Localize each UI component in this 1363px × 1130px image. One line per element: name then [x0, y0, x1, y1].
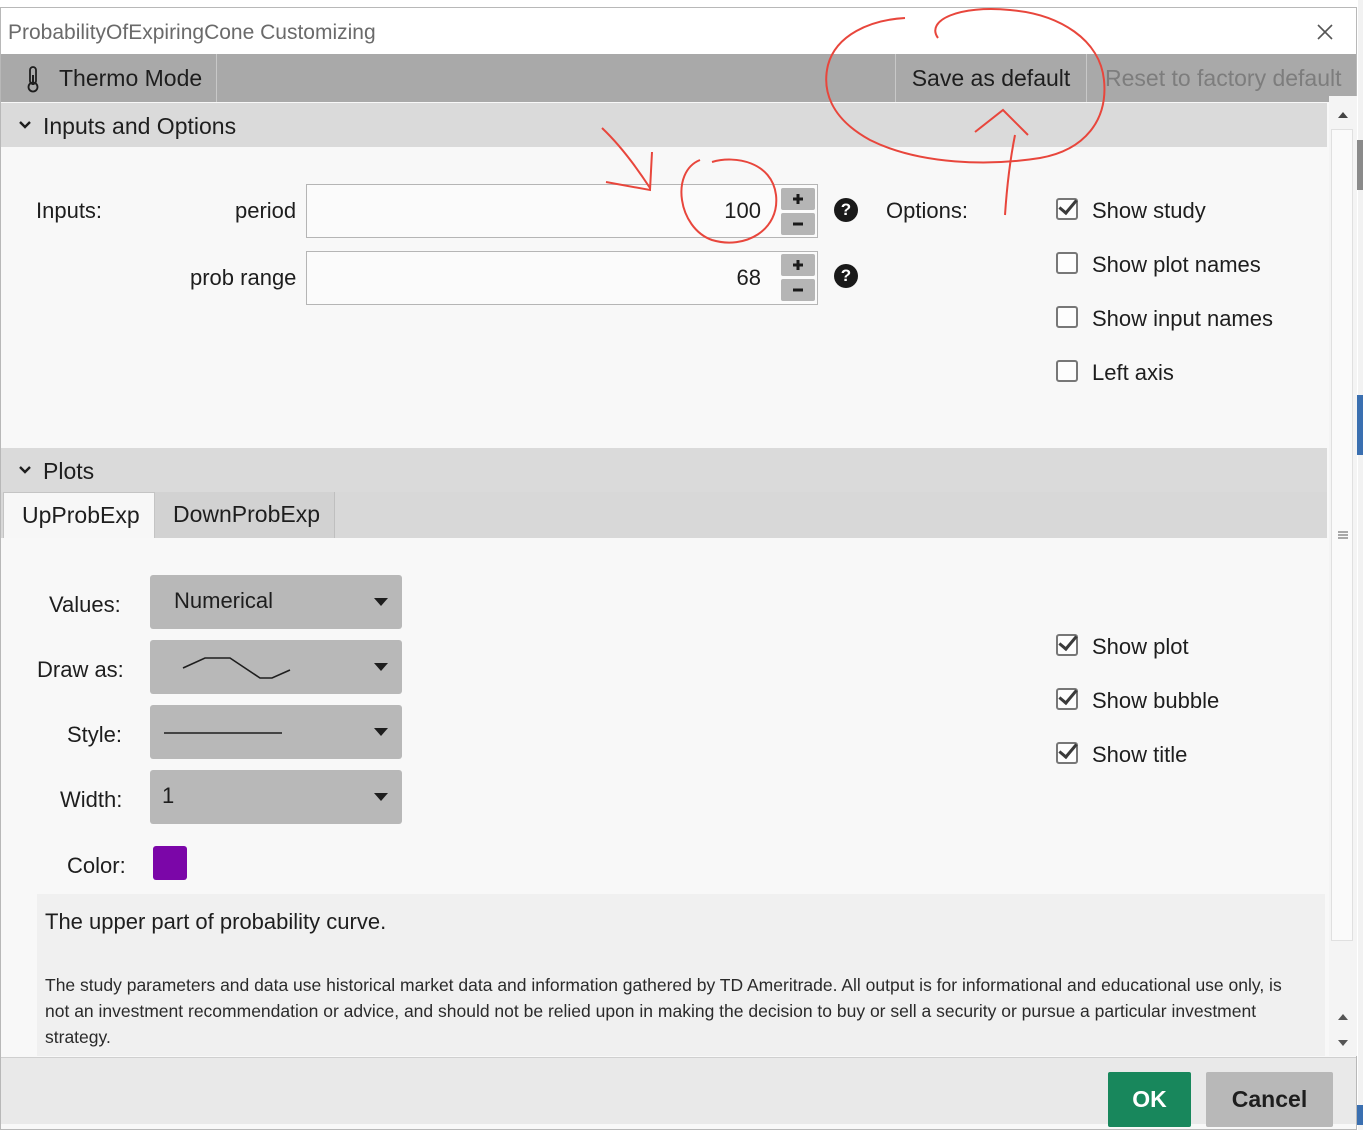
prob-range-label: prob range — [190, 265, 297, 290]
scroll-up-arrow-icon[interactable] — [1335, 1009, 1351, 1025]
toolbar-separator — [216, 54, 217, 102]
dropdown-arrow-icon — [374, 793, 388, 801]
values-selected: Numerical — [174, 588, 274, 613]
style-dropdown[interactable] — [150, 705, 402, 759]
show-input-names-checkbox[interactable] — [1056, 306, 1078, 328]
close-icon[interactable] — [1311, 18, 1339, 46]
inputs-options-section-header[interactable]: Inputs and Options — [1, 103, 1327, 147]
show-title-label[interactable]: Show title — [1092, 742, 1187, 768]
width-selected: 1 — [162, 783, 175, 808]
prob-range-input[interactable]: 68 — [306, 251, 818, 305]
save-as-default-button[interactable]: Save as default — [896, 54, 1086, 102]
thermometer-icon — [27, 66, 39, 93]
values-label: Values: — [49, 592, 121, 617]
plot-tabs: UpProbExp DownProbExp — [1, 492, 1327, 538]
values-dropdown[interactable]: Numerical — [150, 575, 402, 629]
show-plot-checkbox[interactable] — [1056, 634, 1078, 656]
plus-icon — [793, 194, 803, 204]
title-bar: ProbabilityOfExpiringCone Customizing — [1, 8, 1356, 54]
chevron-down-icon — [19, 466, 31, 474]
scroll-up-arrow-icon[interactable] — [1335, 107, 1351, 123]
reset-factory-default-button[interactable]: Reset to factory default — [1105, 54, 1355, 102]
dialog-footer: OK Cancel — [1, 1057, 1356, 1127]
line-chart-icon — [182, 657, 291, 679]
plots-section-header[interactable]: Plots — [1, 448, 1327, 492]
show-plot-names-checkbox[interactable] — [1056, 252, 1078, 274]
chevron-down-icon — [19, 121, 31, 129]
prob-range-increment-button[interactable] — [781, 254, 815, 276]
toolbar: Thermo Mode Save as default Reset to fac… — [1, 54, 1356, 102]
scroll-down-arrow-icon[interactable] — [1335, 1035, 1351, 1051]
thermo-mode-button[interactable]: Thermo Mode — [1, 54, 216, 102]
section-title: Inputs and Options — [43, 113, 237, 139]
options-label: Options: — [886, 198, 968, 223]
inputs-label: Inputs: — [36, 198, 103, 223]
section-title: Plots — [43, 458, 95, 484]
period-increment-button[interactable] — [781, 188, 815, 210]
window-title: ProbabilityOfExpiringCone Customizing — [8, 21, 376, 44]
dropdown-arrow-icon — [374, 728, 388, 736]
show-study-checkbox[interactable] — [1056, 198, 1078, 220]
show-input-names-label[interactable]: Show input names — [1092, 306, 1273, 332]
left-axis-label[interactable]: Left axis — [1092, 360, 1174, 386]
plot-description: The upper part of probability curve. — [45, 909, 387, 934]
ok-button[interactable]: OK — [1108, 1072, 1191, 1127]
tab-upprobexp[interactable]: UpProbExp — [3, 492, 155, 538]
solid-line-icon — [164, 732, 282, 734]
period-label: period — [235, 198, 297, 223]
dropdown-arrow-icon — [374, 663, 388, 671]
draw-as-dropdown[interactable] — [150, 640, 402, 694]
description-box: The upper part of probability curve. The… — [37, 894, 1325, 1056]
customizing-dialog: ProbabilityOfExpiringCone Customizing Th… — [0, 7, 1357, 1130]
toolbar-separator — [1086, 54, 1087, 102]
minus-icon — [793, 288, 803, 292]
color-label: Color: — [67, 853, 126, 878]
show-study-label[interactable]: Show study — [1092, 198, 1206, 224]
draw-as-label: Draw as: — [37, 657, 124, 682]
thermo-mode-label: Thermo Mode — [59, 65, 203, 91]
prob-range-help-icon[interactable]: ? — [834, 264, 858, 288]
minus-icon — [793, 222, 803, 226]
disclaimer-text: The study parameters and data use histor… — [45, 975, 1282, 1047]
show-title-checkbox[interactable] — [1056, 742, 1078, 764]
prob-range-decrement-button[interactable] — [781, 279, 815, 301]
scrollbar-grip-icon — [1338, 531, 1348, 539]
cancel-button[interactable]: Cancel — [1206, 1072, 1333, 1127]
show-plot-label[interactable]: Show plot — [1092, 634, 1189, 660]
width-dropdown[interactable]: 1 — [150, 770, 402, 824]
show-plot-names-label[interactable]: Show plot names — [1092, 252, 1261, 278]
width-label: Width: — [60, 787, 123, 812]
left-axis-checkbox[interactable] — [1056, 360, 1078, 382]
style-label: Style: — [67, 722, 123, 747]
period-help-icon[interactable]: ? — [834, 198, 858, 222]
dropdown-arrow-icon — [374, 598, 388, 606]
show-bubble-checkbox[interactable] — [1056, 688, 1078, 710]
period-input[interactable]: 100 — [306, 184, 818, 238]
plus-icon — [793, 260, 803, 270]
show-bubble-label[interactable]: Show bubble — [1092, 688, 1219, 714]
tab-downprobexp[interactable]: DownProbExp — [155, 492, 335, 538]
period-decrement-button[interactable] — [781, 213, 815, 235]
color-swatch[interactable] — [153, 846, 187, 880]
